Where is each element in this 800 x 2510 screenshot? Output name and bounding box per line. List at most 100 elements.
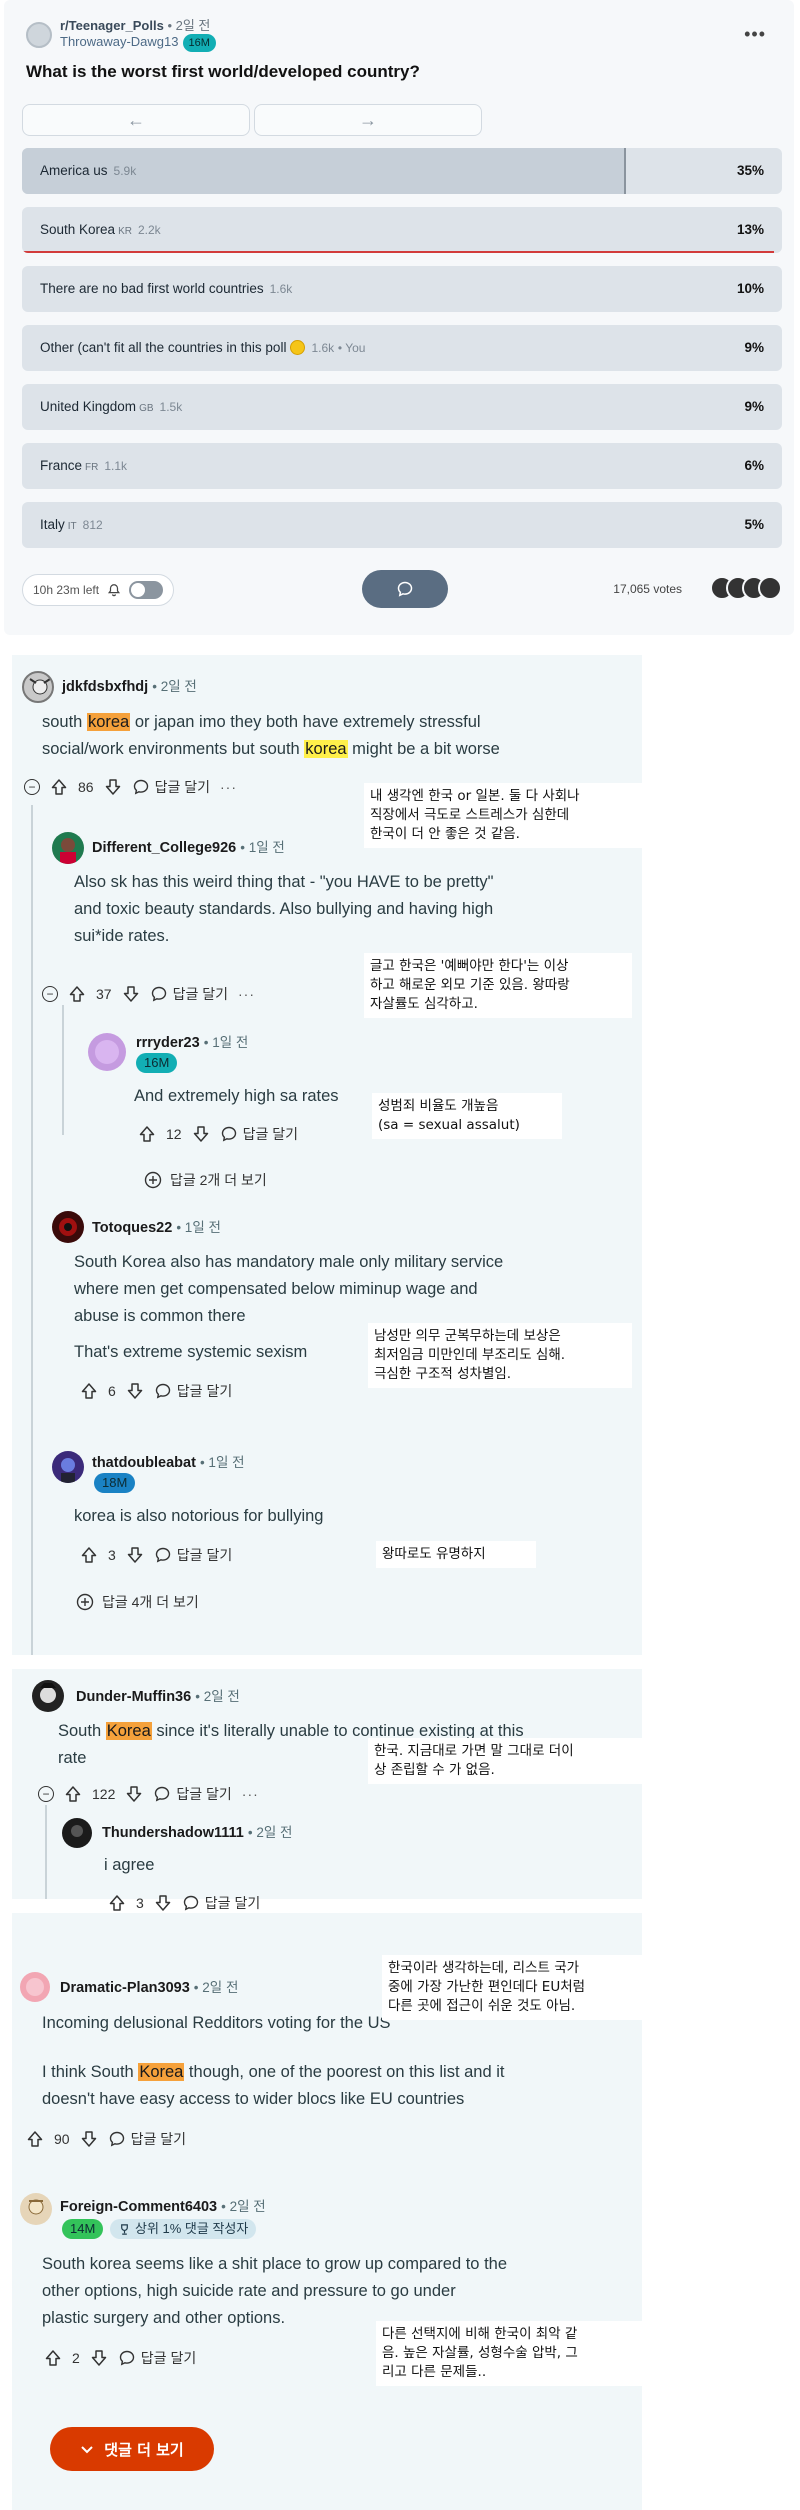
comment-author[interactable]: jdkfdsbxfhdj • 2일 전 bbox=[62, 675, 197, 695]
top-commenter-badge: 상위 1% 댓글 작성자 bbox=[110, 2219, 257, 2239]
poll-option[interactable]: There are no bad first world countries 1.… bbox=[22, 266, 782, 312]
comment-body: South korea seems like a shit place to g… bbox=[42, 2255, 508, 2327]
downvote-icon[interactable] bbox=[126, 1546, 144, 1564]
downvote-icon[interactable] bbox=[104, 778, 122, 796]
avatar[interactable] bbox=[32, 1680, 64, 1712]
post-time: • 2일 전 bbox=[167, 18, 211, 33]
upvote-icon[interactable] bbox=[108, 1894, 126, 1912]
reply-button[interactable]: 답글 달기 bbox=[118, 2348, 196, 2368]
comment-actions: 2 답글 달기 bbox=[44, 2348, 196, 2368]
more-options-icon[interactable]: ··· bbox=[238, 986, 255, 1002]
avatar[interactable] bbox=[22, 671, 54, 703]
downvote-icon[interactable] bbox=[122, 985, 140, 1003]
downvote-icon[interactable] bbox=[125, 1785, 143, 1803]
poll-card: r/Teenager_Polls • 2일 전 Throwaway-Dawg13… bbox=[4, 0, 794, 635]
avatar[interactable] bbox=[62, 1818, 92, 1848]
poll-option-label: Italy IT 812 bbox=[40, 517, 103, 532]
author-flair: 16M bbox=[182, 34, 216, 52]
avatar[interactable] bbox=[20, 2193, 52, 2225]
upvote-icon[interactable] bbox=[26, 2130, 44, 2148]
vote-count: 3 bbox=[108, 1547, 116, 1563]
collapse-icon[interactable]: − bbox=[38, 1786, 54, 1802]
downvote-icon[interactable] bbox=[192, 1125, 210, 1143]
comment-author[interactable]: Foreign-Comment6403 • 2일 전 bbox=[60, 2195, 266, 2215]
translation-note: 성범죄 비율도 개높음 (sa = sexual assalut) bbox=[372, 1093, 562, 1139]
see-more-replies[interactable]: 답글 2개 더 보기 bbox=[144, 1170, 267, 1190]
more-comments-button[interactable]: 댓글 더 보기 bbox=[50, 2427, 214, 2471]
comment-author[interactable]: Different_College926 • 1일 전 bbox=[92, 836, 285, 856]
reply-button[interactable]: 답글 달기 bbox=[154, 1545, 232, 1565]
vote-count: 3 bbox=[136, 1895, 144, 1911]
poll-option[interactable]: South Korea KR 2.2k 13% bbox=[22, 207, 782, 253]
comment-actions: − 86 답글 달기 ··· bbox=[24, 777, 237, 797]
more-options-icon[interactable]: ··· bbox=[220, 779, 237, 795]
avatar[interactable] bbox=[88, 1033, 126, 1071]
subreddit-name[interactable]: r/Teenager_Polls bbox=[60, 18, 164, 33]
more-options-icon[interactable]: ··· bbox=[242, 1786, 259, 1802]
avatar[interactable] bbox=[20, 1972, 50, 2002]
poll-option[interactable]: Other (can't fit all the countries in th… bbox=[22, 325, 782, 371]
downvote-icon[interactable] bbox=[90, 2349, 108, 2367]
next-button[interactable]: → bbox=[254, 104, 482, 136]
poll-option[interactable]: France FR 1.1k 6% bbox=[22, 443, 782, 489]
comment-actions: 3 답글 달기 bbox=[80, 1545, 232, 1565]
upvote-icon[interactable] bbox=[80, 1546, 98, 1564]
upvote-icon[interactable] bbox=[64, 1785, 82, 1803]
reply-button[interactable]: 답글 달기 bbox=[132, 777, 210, 797]
vote-count: 37 bbox=[96, 986, 112, 1002]
divider bbox=[12, 1655, 642, 1669]
comment-author[interactable]: rrryder23 • 1일 전 bbox=[136, 1031, 248, 1051]
comment-author[interactable]: Dramatic-Plan3093 • 2일 전 bbox=[60, 1976, 238, 1996]
reply-button[interactable]: 답글 달기 bbox=[220, 1124, 298, 1144]
collapse-icon[interactable]: − bbox=[42, 986, 58, 1002]
time-left-pill[interactable]: 10h 23m left bbox=[22, 574, 175, 606]
avatar[interactable] bbox=[52, 1451, 84, 1483]
collapse-icon[interactable]: − bbox=[24, 779, 40, 795]
comment-author[interactable]: thatdoubleabat • 1일 전 bbox=[92, 1451, 245, 1471]
prev-button[interactable]: ← bbox=[22, 104, 250, 136]
country-code: FR bbox=[85, 462, 99, 473]
downvote-icon[interactable] bbox=[154, 1894, 172, 1912]
reply-button[interactable]: 답글 달기 bbox=[108, 2129, 186, 2149]
poll-option-percent: 5% bbox=[744, 517, 764, 532]
reply-button[interactable]: 답글 달기 bbox=[154, 1381, 232, 1401]
notify-toggle[interactable] bbox=[129, 581, 164, 599]
downvote-icon[interactable] bbox=[126, 1382, 144, 1400]
poll-option[interactable]: America us 5.9k 35% bbox=[22, 148, 782, 194]
reply-button[interactable]: 답글 달기 bbox=[153, 1784, 232, 1804]
upvote-icon[interactable] bbox=[68, 985, 86, 1003]
poll-option[interactable]: Italy IT 812 5% bbox=[22, 502, 782, 548]
downvote-icon[interactable] bbox=[80, 2130, 98, 2148]
poll-option-percent: 6% bbox=[744, 458, 764, 473]
upvote-icon[interactable] bbox=[50, 778, 68, 796]
avatar[interactable] bbox=[52, 832, 84, 864]
reply-button[interactable]: 답글 달기 bbox=[150, 984, 228, 1004]
post-author[interactable]: Throwaway-Dawg13 bbox=[60, 34, 179, 49]
reply-button[interactable]: 답글 달기 bbox=[182, 1893, 260, 1913]
translation-note: 다른 선택지에 비해 한국이 최악 같 음. 높은 자살률, 성형수술 압박, … bbox=[376, 2321, 642, 2386]
reply-bubble-icon bbox=[220, 1125, 238, 1143]
comment-button[interactable] bbox=[362, 570, 448, 608]
upvote-icon[interactable] bbox=[44, 2349, 62, 2367]
more-options-icon[interactable]: ••• bbox=[744, 24, 766, 45]
translation-note: 글고 한국은 '예뻐야만 한다'는 이상 하고 해로운 외모 기준 있음. 왕따… bbox=[364, 953, 632, 1018]
vote-count: 6 bbox=[108, 1383, 116, 1399]
post-header: r/Teenager_Polls • 2일 전 Throwaway-Dawg13… bbox=[26, 18, 216, 52]
poll-option-percent: 13% bbox=[736, 222, 764, 237]
arrow-left-icon: ← bbox=[127, 109, 145, 130]
avatar[interactable] bbox=[52, 1211, 84, 1243]
poll-option-percent: 35% bbox=[736, 163, 764, 178]
poll-option[interactable]: United Kingdom GB 1.5k 9% bbox=[22, 384, 782, 430]
chevron-down-icon bbox=[80, 2442, 94, 2456]
subreddit-avatar[interactable] bbox=[26, 22, 52, 48]
comment-author[interactable]: Thundershadow1111 • 2일 전 bbox=[102, 1821, 292, 1841]
comment-author[interactable]: Dunder-Muffin36 • 2일 전 bbox=[76, 1685, 240, 1705]
see-more-replies[interactable]: 답글 4개 더 보기 bbox=[76, 1592, 199, 1612]
your-vote-marker: • You bbox=[337, 341, 366, 355]
comment-actions: 90 답글 달기 bbox=[26, 2129, 186, 2149]
thread-line bbox=[45, 1805, 47, 1899]
upvote-icon[interactable] bbox=[138, 1125, 156, 1143]
upvote-icon[interactable] bbox=[80, 1382, 98, 1400]
user-flair: 16M bbox=[136, 1053, 178, 1073]
comment-author[interactable]: Totoques22 • 1일 전 bbox=[92, 1216, 221, 1236]
